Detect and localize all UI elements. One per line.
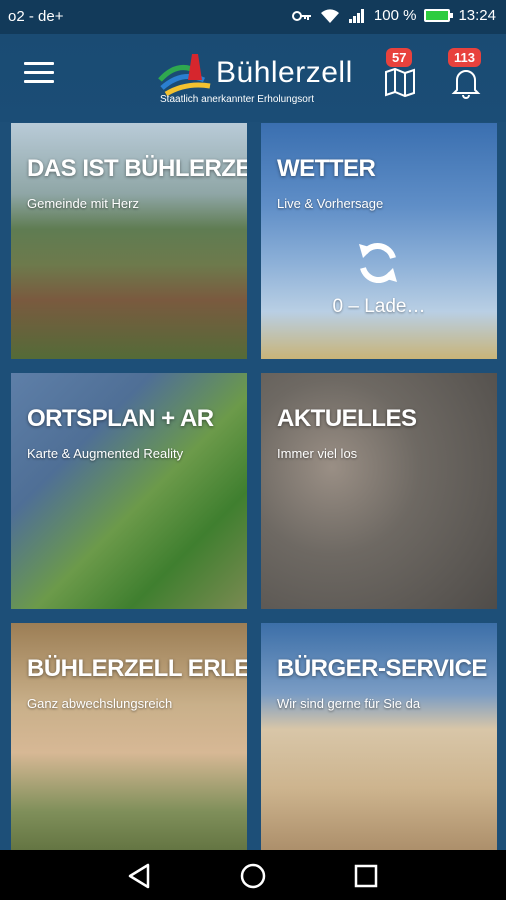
system-nav-bar [0, 850, 506, 900]
app-header: Bühlerzell Staatlich anerkannter Erholun… [0, 34, 506, 122]
carrier-label: o2 - de+ [8, 8, 64, 25]
tile-title: BÜHLERZELL ERLEBEN [27, 655, 247, 682]
clock: 13:24 [458, 7, 496, 24]
tile-wetter[interactable]: WETTER Live & Vorhersage 0 – Lade… [261, 123, 497, 359]
refresh-icon [359, 243, 397, 283]
signal-icon [348, 8, 364, 23]
map-button[interactable]: 57 [380, 48, 420, 98]
tile-buerger-service[interactable]: BÜRGER-SERVICE Wir sind gerne für Sie da [261, 623, 497, 859]
hamburger-icon-line [24, 71, 54, 74]
tile-subtitle: Immer viel los [277, 446, 358, 461]
home-icon[interactable] [239, 862, 267, 890]
app-logo: Bühlerzell Staatlich anerkannter Erholun… [158, 44, 358, 114]
tile-ortsplan-ar[interactable]: ORTSPLAN + AR Karte & Augmented Reality [11, 373, 247, 609]
tile-subtitle: Ganz abwechslungsreich [27, 696, 173, 711]
recents-icon[interactable] [352, 862, 380, 890]
tile-title: DAS IST BÜHLERZELL [27, 155, 247, 182]
tile-subtitle: Live & Vorhersage [277, 196, 384, 211]
tile-subtitle: Gemeinde mit Herz [27, 196, 139, 211]
key-icon [291, 10, 311, 21]
tile-title: BÜRGER-SERVICE [277, 655, 487, 682]
map-icon [385, 67, 415, 98]
battery-percent: 100 % [373, 7, 417, 24]
hamburger-icon-line [24, 80, 54, 83]
wifi-icon [320, 8, 339, 23]
map-badge: 57 [386, 48, 413, 67]
tile-aktuelles[interactable]: AKTUELLES Immer viel los [261, 373, 497, 609]
notifications-badge: 113 [448, 48, 481, 67]
menu-button[interactable] [24, 62, 54, 88]
tile-subtitle: Karte & Augmented Reality [27, 446, 184, 461]
logo-subtitle: Staatlich anerkannter Erholungsort [160, 94, 314, 105]
hamburger-icon [24, 62, 54, 65]
logo-name: Bühlerzell [216, 56, 353, 89]
tile-title: AKTUELLES [277, 405, 417, 432]
weather-status: 0 – Lade… [332, 296, 426, 317]
battery-icon [424, 9, 454, 22]
tile-das-ist-buehlerzell[interactable]: DAS IST BÜHLERZELL Gemeinde mit Herz [11, 123, 247, 359]
notifications-button[interactable]: 113 [444, 48, 484, 99]
logo-emblem-icon [158, 54, 211, 97]
tile-title: WETTER [277, 155, 376, 182]
status-bar: o2 - de+ 100 % 13:24 [0, 0, 506, 34]
tile-subtitle: Wir sind gerne für Sie da [277, 696, 421, 711]
bell-icon [451, 70, 481, 99]
tile-title: ORTSPLAN + AR [27, 405, 214, 432]
back-icon[interactable] [126, 862, 154, 890]
tile-buehlerzell-erleben[interactable]: BÜHLERZELL ERLEBEN Ganz abwechslungsreic… [11, 623, 247, 859]
